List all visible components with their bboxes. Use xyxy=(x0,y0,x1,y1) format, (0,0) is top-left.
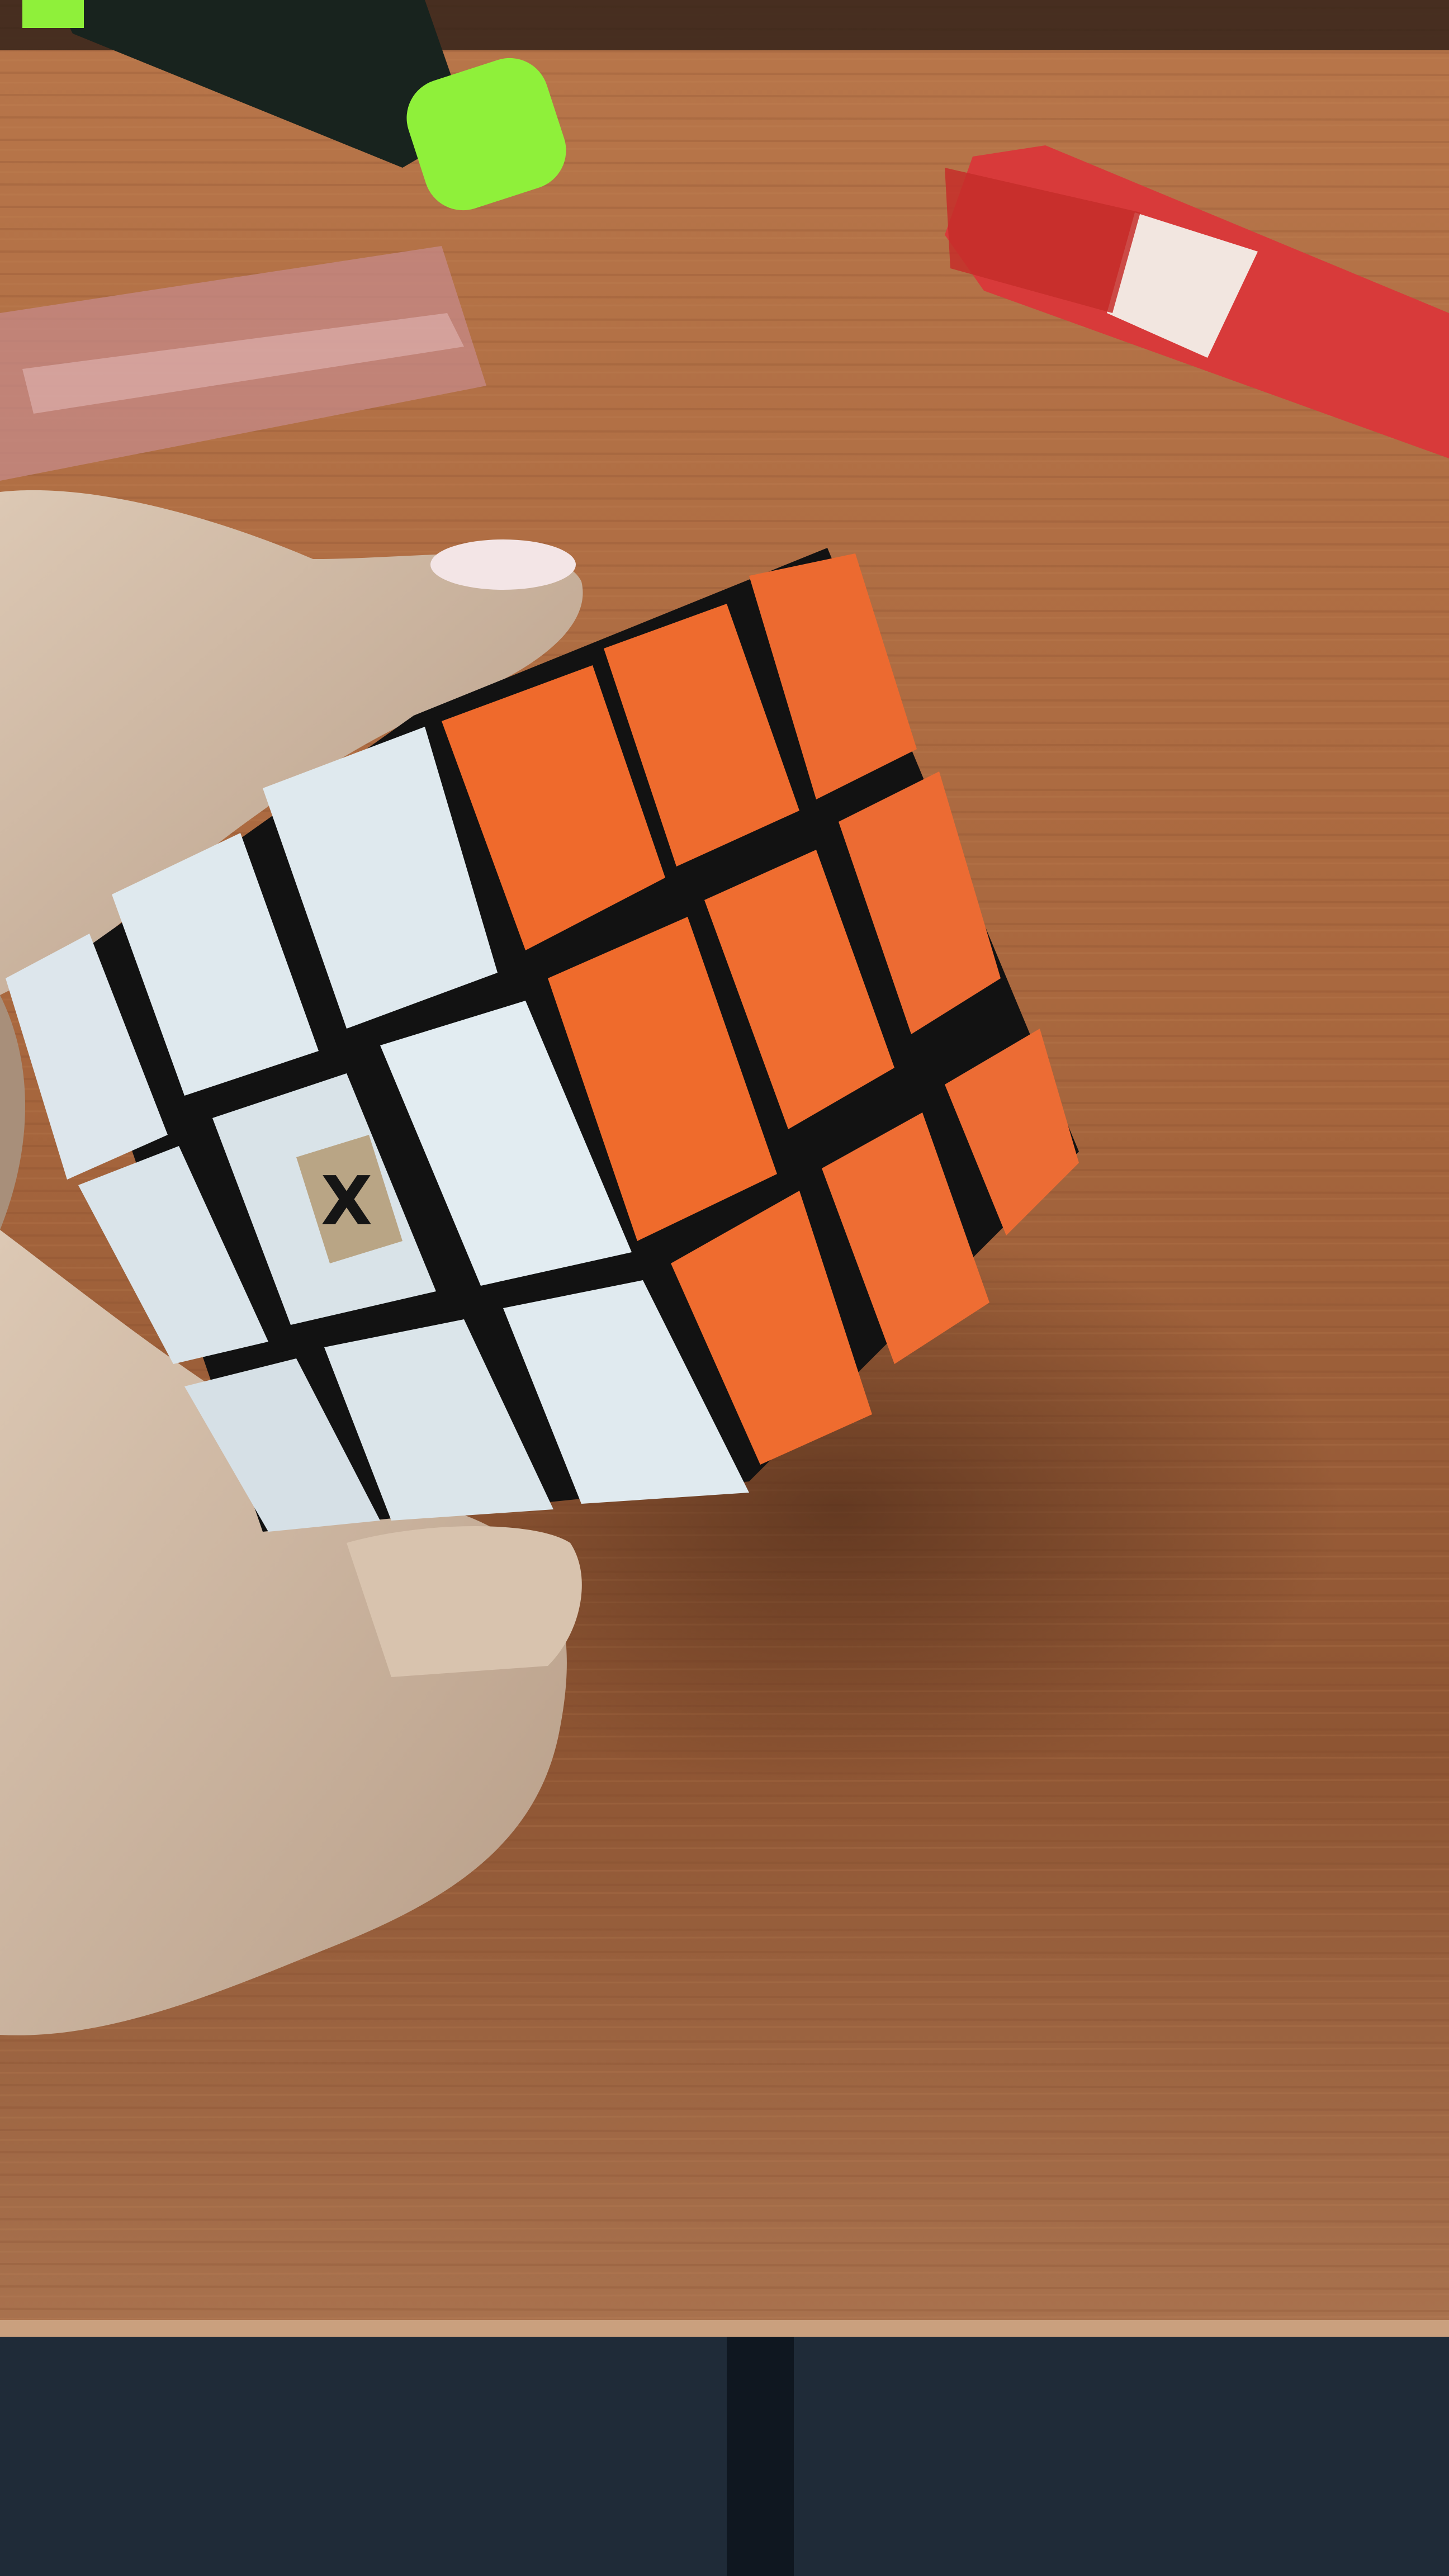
photo-scene: X xyxy=(0,0,1449,2576)
fingernail xyxy=(430,539,576,590)
logo-text: X xyxy=(321,1163,373,1240)
floor xyxy=(0,2337,1449,2576)
